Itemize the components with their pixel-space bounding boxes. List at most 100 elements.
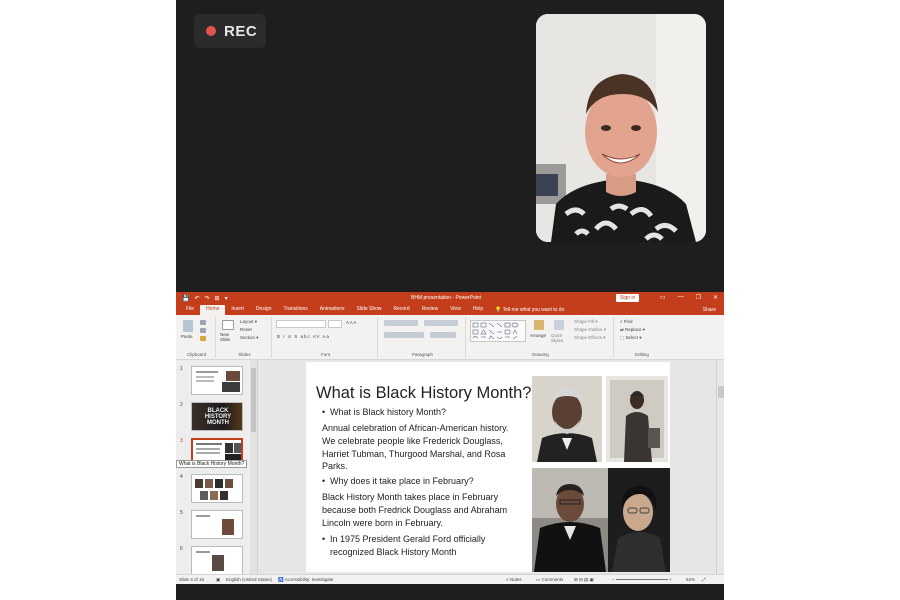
tab-file[interactable]: File	[180, 305, 200, 315]
tab-animations[interactable]: Animations	[314, 305, 351, 315]
layout-button[interactable]: Layout ▾	[240, 319, 257, 325]
zoom-out-icon[interactable]: −	[612, 577, 615, 582]
slide-bullet-3[interactable]: In 1975 President Gerald Ford officially…	[322, 533, 522, 559]
slide-thumbnail-1[interactable]	[191, 366, 243, 395]
font-format-buttons[interactable]: B I U S abc AV Aa	[277, 334, 330, 339]
zoom-level[interactable]: 62%	[686, 577, 695, 582]
comments-button[interactable]: ▭ Comments	[536, 577, 563, 583]
participant-video[interactable]	[536, 14, 706, 242]
fit-slide-icon[interactable]: ⤢	[702, 577, 706, 582]
new-slide-icon[interactable]	[222, 320, 234, 330]
list-buttons-icon[interactable]	[384, 320, 418, 326]
search-icon: ⌕	[620, 319, 623, 324]
zoom-track[interactable]	[615, 579, 668, 581]
tab-help[interactable]: Help	[467, 305, 489, 315]
slide-thumbnail-2[interactable]: BLACK HISTORY MONTH	[191, 402, 243, 431]
shape-outline-button[interactable]: Shape Outline ▾	[574, 327, 606, 333]
sign-in-button[interactable]: Sign in	[616, 294, 640, 302]
slide-thumbnails-pane[interactable]: 1 2 BLACK HISTORY MONTH 3 What is Black …	[176, 360, 258, 575]
shapes-gallery-icons	[472, 322, 519, 340]
thumbnail-2-title: BLACK HISTORY MONTH	[204, 408, 232, 426]
slide-bullet-1[interactable]: What is Black history Month?	[322, 406, 532, 419]
font-size-box[interactable]	[328, 320, 342, 328]
restore-icon[interactable]: ❐	[696, 294, 701, 301]
quick-styles-button[interactable]: Quick Styles	[551, 333, 569, 343]
tell-me-text: Tell me what you want to do	[502, 307, 565, 313]
slide-bullet-3-text: In 1975 President Gerald Ford officially…	[330, 534, 486, 557]
thumbnails-scrollbar[interactable]	[250, 360, 257, 574]
paste-icon[interactable]	[183, 320, 193, 332]
slide-paragraph-1[interactable]: Annual celebration of African-American h…	[322, 422, 522, 473]
slide-thumbnail-4[interactable]	[191, 474, 243, 503]
portrait-marshall-image	[532, 468, 608, 572]
tab-review[interactable]: Review	[416, 305, 444, 315]
close-icon[interactable]: ✕	[713, 294, 718, 301]
language-status[interactable]: English (United States)	[226, 577, 272, 582]
columns-buttons-icon[interactable]	[430, 332, 456, 338]
slide-bullet-2[interactable]: Why does it take place in February?	[322, 475, 532, 488]
align-buttons-icon[interactable]	[384, 332, 424, 338]
copy-icon[interactable]	[200, 328, 206, 333]
tab-insert[interactable]: Insert	[225, 305, 250, 315]
redo-icon[interactable]: ↷	[205, 295, 210, 302]
tab-record[interactable]: Record	[388, 305, 416, 315]
tell-me-search[interactable]: 💡 Tell me what you want to do	[495, 307, 564, 315]
minimize-icon[interactable]: —	[678, 294, 684, 301]
zoom-in-icon[interactable]: +	[669, 577, 672, 582]
font-grow-shrink[interactable]: A A A	[346, 320, 357, 325]
comments-icon: ▭	[536, 577, 541, 582]
slide-scrollbar[interactable]	[716, 360, 724, 574]
ribbon-display-icon[interactable]: ▭	[660, 294, 666, 301]
quick-styles-icon[interactable]	[554, 320, 564, 330]
accessibility-label: Accessibility: Investigate	[284, 577, 334, 582]
undo-icon[interactable]: ↶	[194, 295, 199, 302]
portrait-photo-parks[interactable]	[608, 468, 670, 572]
tab-home[interactable]: Home	[200, 305, 226, 315]
notes-button[interactable]: ≡ Notes	[506, 577, 522, 582]
view-buttons[interactable]: ⊞ ⊟ ▤ ▣	[574, 577, 594, 583]
customize-toolbar-icon[interactable]: ▾	[225, 295, 228, 302]
slide-thumbnail-5[interactable]	[191, 510, 243, 539]
drawing-group: Arrange Quick Styles Shape Fill ▾ Shape …	[468, 317, 614, 358]
tab-transitions[interactable]: Transitions	[278, 305, 314, 315]
paste-button[interactable]: Paste	[181, 334, 193, 339]
arrange-button[interactable]: Arrange	[530, 333, 546, 338]
tab-slide-show[interactable]: Slide Show	[351, 305, 388, 315]
slide-paragraph-2[interactable]: Black History Month takes place in Febru…	[322, 491, 522, 529]
cut-icon[interactable]	[200, 320, 206, 325]
arrange-icon[interactable]	[534, 320, 544, 330]
slides-group: New Slide Layout ▾ Reset Section ▾ Slide…	[218, 317, 272, 358]
slide-canvas[interactable]: What is Black History Month? What is Bla…	[306, 362, 670, 572]
zoom-slider[interactable]: − +	[612, 577, 672, 582]
start-slideshow-icon[interactable]: ⊞	[215, 295, 220, 302]
share-button[interactable]: Share	[703, 307, 716, 313]
font-name-box[interactable]	[276, 320, 326, 328]
slide-title[interactable]: What is Black History Month?	[316, 384, 531, 403]
replace-button[interactable]: ⇄ Replace ▾	[620, 327, 645, 333]
reset-button[interactable]: Reset	[240, 327, 252, 332]
portrait-photo-marshall[interactable]	[532, 468, 608, 572]
thumbnails-scrollbar-thumb[interactable]	[251, 368, 256, 432]
accessibility-status[interactable]: ♿ Accessibility: Investigate	[278, 577, 333, 583]
new-slide-button[interactable]: New Slide	[220, 332, 236, 342]
portrait-parks-image	[608, 468, 670, 572]
shape-fill-button[interactable]: Shape Fill ▾	[574, 319, 598, 325]
spellcheck-icon[interactable]: ▣	[216, 577, 220, 583]
portrait-photo-tubman[interactable]	[606, 376, 668, 462]
find-button[interactable]: ⌕ Find	[620, 319, 633, 324]
shapes-gallery[interactable]	[470, 320, 526, 342]
shape-effects-button[interactable]: Shape Effects ▾	[574, 335, 605, 341]
portrait-photo-douglass[interactable]	[532, 376, 602, 462]
paragraph-group: Paragraph	[380, 317, 466, 358]
tab-view[interactable]: View	[444, 305, 467, 315]
tab-design[interactable]: Design	[250, 305, 278, 315]
direction-buttons-icon[interactable]	[424, 320, 458, 326]
save-icon[interactable]: 💾	[182, 295, 189, 302]
select-button[interactable]: ⬚ Select ▾	[620, 335, 642, 341]
thumbnail-number: 1	[180, 366, 183, 372]
slide-scrollbar-thumb[interactable]	[718, 386, 724, 398]
format-painter-icon[interactable]	[200, 336, 206, 341]
section-button[interactable]: Section ▾	[240, 335, 259, 341]
slide-thumbnail-6[interactable]	[191, 546, 243, 575]
editing-group: ⌕ Find ⇄ Replace ▾ ⬚ Select ▾ Editing	[616, 317, 668, 358]
